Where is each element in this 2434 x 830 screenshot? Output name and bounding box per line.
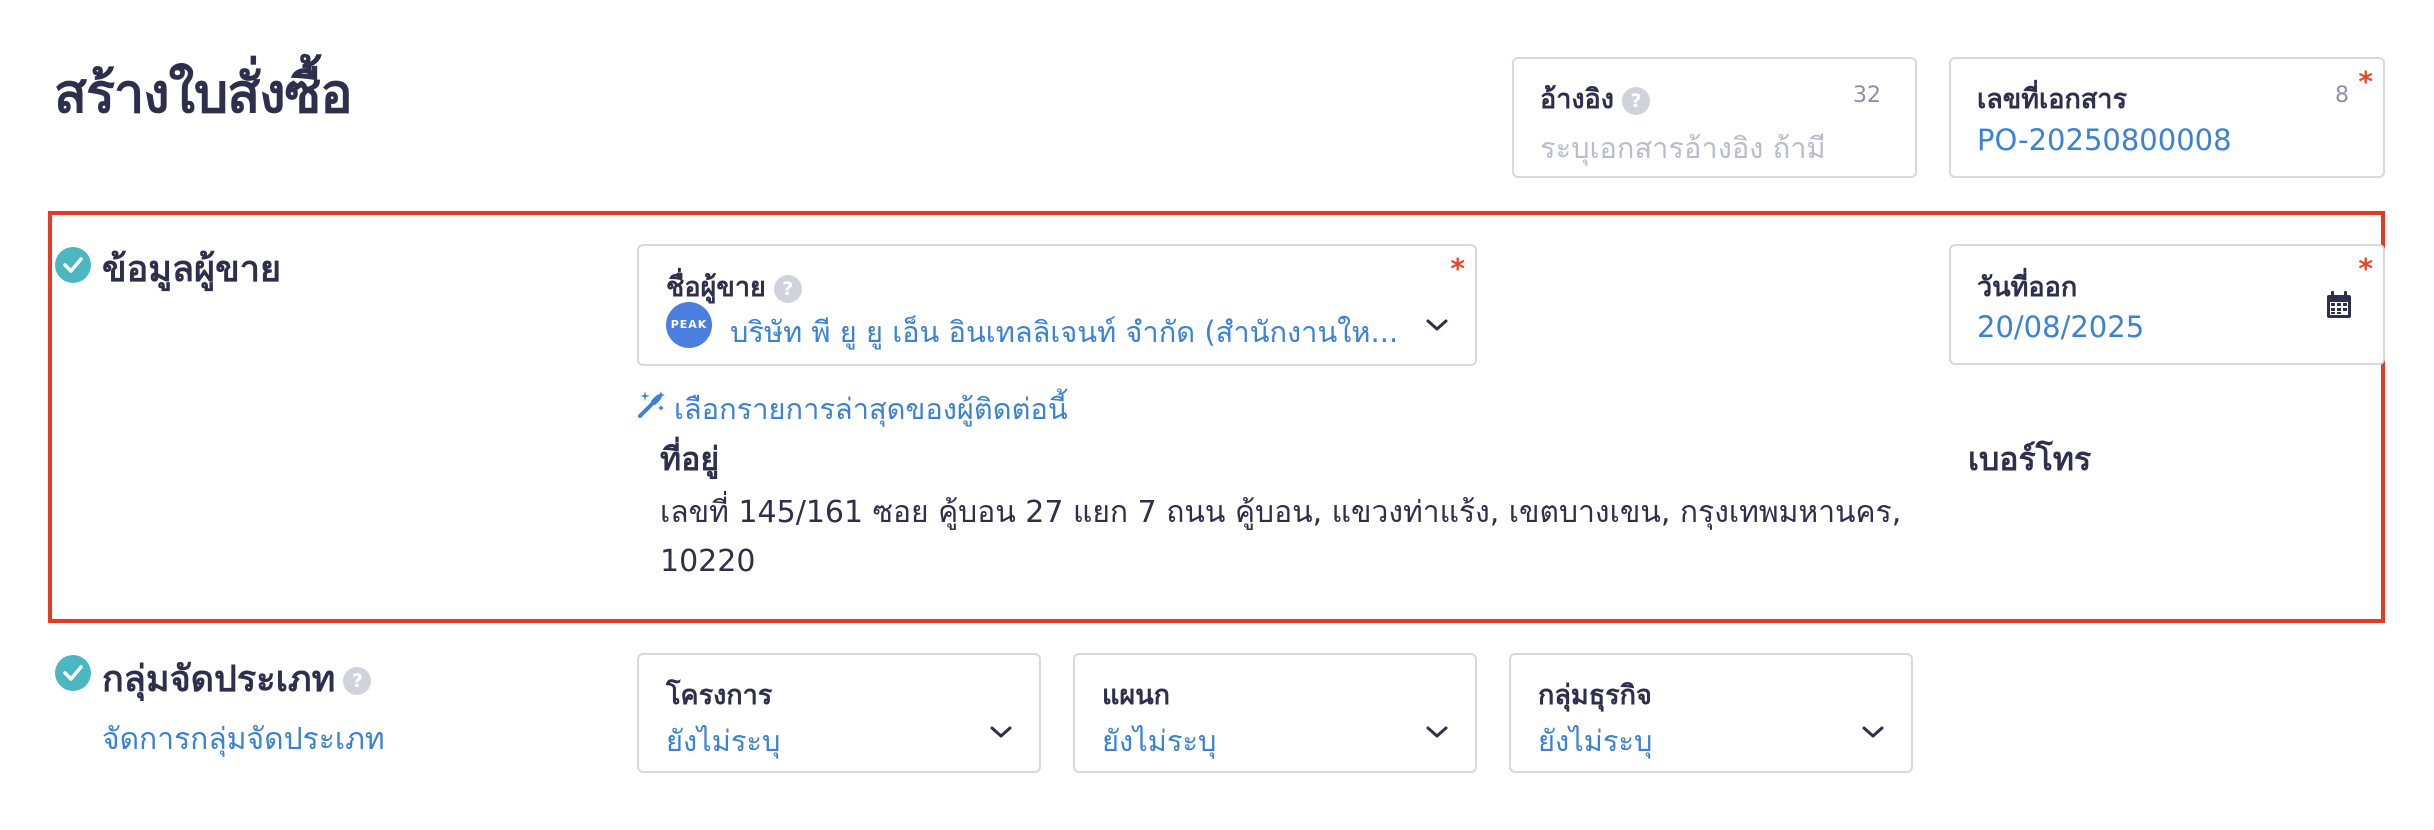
manage-categories-link[interactable]: จัดการกลุ่มจัดประเภท: [102, 716, 385, 763]
business-group-select[interactable]: กลุ่มธุรกิจ ยังไม่ระบุ: [1509, 653, 1913, 773]
category-section-title: กลุ่มจัดประเภท: [102, 659, 336, 700]
page-title: สร้างใบสั่งซื้อ: [54, 62, 353, 125]
project-value: ยังไม่ระบุ: [666, 724, 781, 758]
chevron-down-icon[interactable]: [1425, 318, 1449, 332]
calendar-icon[interactable]: [2325, 290, 2353, 320]
chevron-down-icon[interactable]: [1861, 725, 1885, 739]
department-select[interactable]: แผนก ยังไม่ระบุ: [1073, 653, 1477, 773]
business-group-value: ยังไม่ระบุ: [1538, 724, 1653, 758]
department-value: ยังไม่ระบุ: [1102, 724, 1217, 758]
department-label: แผนก: [1102, 680, 1171, 711]
phone-label: เบอร์โทร: [1968, 440, 2092, 478]
vendor-section-title: ข้อมูลผู้ขาย: [102, 249, 282, 290]
help-icon[interactable]: ?: [773, 274, 802, 303]
document-number-counter: 8: [2335, 83, 2349, 108]
chevron-down-icon[interactable]: [989, 725, 1013, 739]
address-label: ที่อยู่: [660, 440, 720, 478]
help-icon[interactable]: ?: [1621, 86, 1650, 115]
reference-label: อ้างอิง: [1540, 84, 1614, 115]
reference-counter: 32: [1853, 83, 1881, 108]
reference-field[interactable]: อ้างอิง? 32 ระบุเอกสารอ้างอิง ถ้ามี: [1512, 57, 1917, 178]
vendor-name-select[interactable]: บริษัท พี ยู ยู เอ็น อินเทลลิเจนท์ จำกัด…: [730, 309, 1420, 355]
issue-date-label: วันที่ออก: [1977, 272, 2078, 303]
project-select[interactable]: โครงการ ยังไม่ระบุ: [637, 653, 1041, 773]
recent-items-link[interactable]: เลือกรายการล่าสุดของผู้ติดต่อนี้: [674, 386, 1068, 432]
issue-date-field[interactable]: วันที่ออก * 20/08/2025: [1949, 244, 2385, 365]
required-mark: *: [1450, 252, 1465, 285]
vendor-name-field[interactable]: ชื่อผู้ขาย? * PEAK บริษัท พี ยู ยู เอ็น …: [637, 244, 1477, 366]
document-number-field[interactable]: เลขที่เอกสาร 8 * PO-20250800008: [1949, 57, 2385, 178]
issue-date-input[interactable]: 20/08/2025: [1977, 310, 2144, 344]
address-line-1: เลขที่ 145/161 ซอย คู้บอน 27 แยก 7 ถนน ค…: [660, 495, 1902, 530]
vendor-name-label: ชื่อผู้ขาย: [666, 272, 766, 303]
check-icon: [55, 247, 91, 283]
address-line-2: 10220: [660, 544, 756, 579]
required-mark: *: [2358, 252, 2373, 285]
vendor-avatar: PEAK: [666, 302, 712, 348]
help-icon[interactable]: ?: [343, 667, 372, 695]
required-mark: *: [2358, 65, 2373, 98]
project-label: โครงการ: [666, 680, 773, 711]
document-number-input[interactable]: PO-20250800008: [1977, 123, 2232, 157]
check-icon: [55, 655, 91, 691]
magic-wand-icon[interactable]: [636, 388, 668, 420]
business-group-label: กลุ่มธุรกิจ: [1538, 680, 1652, 711]
document-number-label: เลขที่เอกสาร: [1977, 84, 2127, 115]
chevron-down-icon[interactable]: [1425, 725, 1449, 739]
reference-input[interactable]: ระบุเอกสารอ้างอิง ถ้ามี: [1540, 125, 1826, 171]
